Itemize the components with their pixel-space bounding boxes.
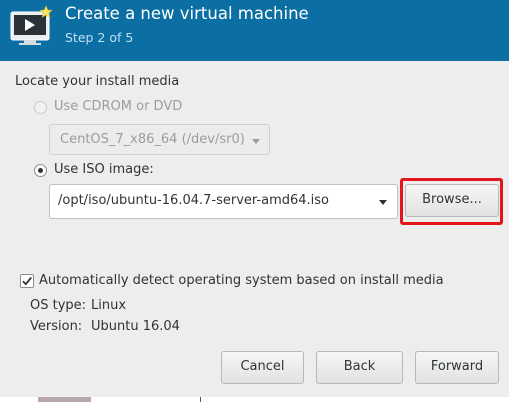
back-button[interactable]: Back <box>316 351 403 384</box>
wizard-title: Create a new virtual machine <box>65 4 309 23</box>
iso-radio-label: Use ISO image: <box>54 162 154 177</box>
iso-path-input[interactable] <box>58 193 358 208</box>
chevron-down-icon <box>252 139 260 144</box>
cancel-button[interactable]: Cancel <box>221 351 304 384</box>
background-image-fragment <box>38 397 91 402</box>
checkmark-icon <box>22 276 32 286</box>
virtual-machine-monitor-icon <box>9 5 55 47</box>
background-divider <box>200 397 201 402</box>
section-title: Locate your install media <box>15 74 180 89</box>
version-value: Ubuntu 16.04 <box>91 319 180 334</box>
wizard-header: Create a new virtual machine Step 2 of 5 <box>0 0 509 61</box>
os-type-value: Linux <box>91 298 127 313</box>
iso-path-field[interactable] <box>49 184 369 219</box>
iso-radio[interactable] <box>34 164 47 177</box>
forward-button[interactable]: Forward <box>415 351 499 384</box>
wizard-step-indicator: Step 2 of 5 <box>65 30 134 45</box>
highlight-box <box>400 178 503 225</box>
cdrom-radio[interactable] <box>34 101 47 114</box>
cdrom-device-value: CentOS_7_x86_64 (/dev/sr0) <box>60 132 245 147</box>
auto-detect-checkbox[interactable] <box>20 274 34 288</box>
cdrom-radio-label: Use CDROM or DVD <box>54 99 183 114</box>
version-label: Version: <box>30 319 83 334</box>
os-type-label: OS type: <box>30 298 87 313</box>
cdrom-device-select[interactable]: CentOS_7_x86_64 (/dev/sr0) <box>49 124 270 155</box>
auto-detect-label: Automatically detect operating system ba… <box>39 273 444 288</box>
chevron-down-icon <box>379 200 387 205</box>
iso-history-dropdown[interactable] <box>368 184 398 219</box>
